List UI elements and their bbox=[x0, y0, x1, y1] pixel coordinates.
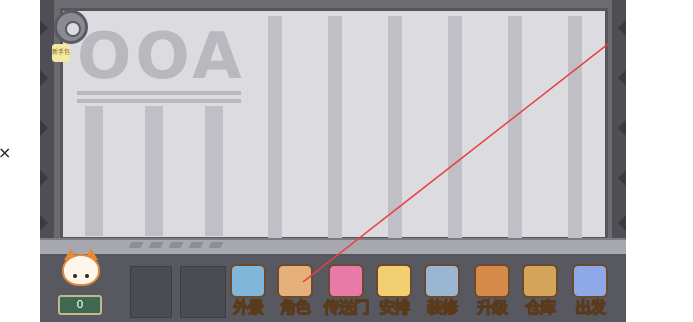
annotation-line bbox=[302, 43, 609, 283]
annotation-overlay bbox=[302, 43, 609, 283]
